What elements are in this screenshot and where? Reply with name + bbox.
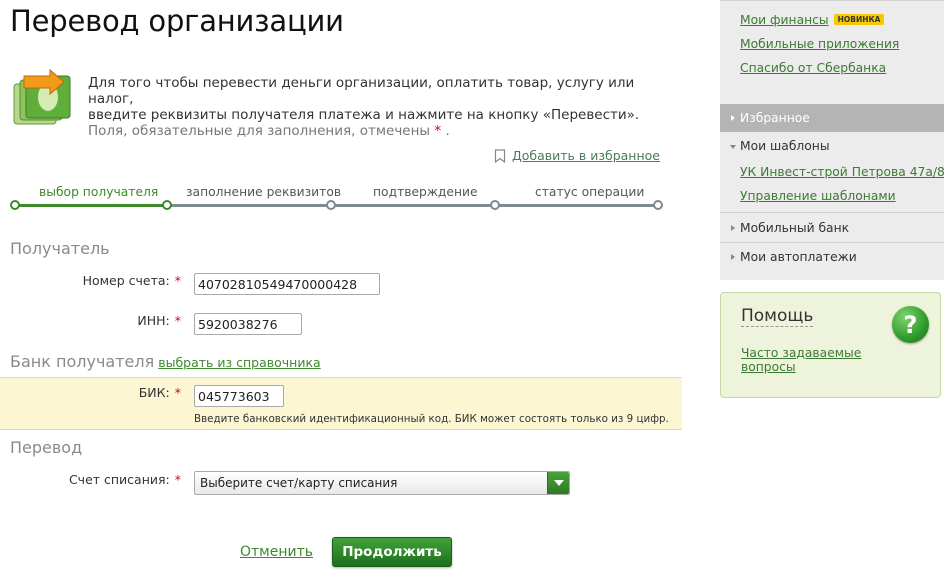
debit-account-label-text: Счет списания:: [68, 472, 170, 487]
help-box: Помощь Часто задаваемые вопросы ?: [720, 292, 941, 398]
bik-input[interactable]: [194, 385, 284, 407]
intro-line-2: введите реквизиты получателя платежа и н…: [88, 107, 640, 123]
triangle-down-icon: [730, 145, 736, 149]
help-title[interactable]: Помощь: [741, 306, 814, 327]
step-line-2: [167, 204, 331, 207]
intro-text: Для того чтобы перевести деньги организа…: [88, 75, 668, 139]
step-fill-details: заполнение реквизитов: [186, 185, 342, 199]
sidebar-favorites-header[interactable]: Избранное: [720, 104, 944, 132]
required-star: *: [174, 273, 181, 288]
step-dot-5: [653, 200, 663, 210]
bik-label: БИК: *: [139, 385, 181, 400]
steps-progress: выбор получателя заполнение реквизитов п…: [10, 185, 666, 211]
sidebar-template-uk-invest[interactable]: УК Инвест-строй Петрова 47а/84: [740, 165, 944, 179]
step-line-1: [15, 204, 167, 207]
account-number-label-text: Номер счета:: [82, 273, 170, 288]
continue-button[interactable]: Продолжить: [332, 537, 452, 567]
sidebar-divider: [720, 242, 944, 243]
step-dot-1: [10, 200, 20, 210]
choose-from-directory-link[interactable]: выбрать из справочника: [158, 355, 320, 370]
inn-input[interactable]: [194, 313, 302, 335]
required-star: *: [174, 313, 181, 328]
sidebar: Мои финансы НОВИНКА Мобильные приложения …: [720, 0, 944, 280]
sidebar-autopayments[interactable]: Мои автоплатежи: [740, 250, 857, 264]
faq-link[interactable]: Часто задаваемые вопросы: [741, 346, 871, 374]
sidebar-divider: [720, 0, 944, 1]
chevron-down-icon[interactable]: [547, 472, 569, 494]
bik-hint: Введите банковский идентификационный код…: [194, 413, 669, 425]
triangle-right-icon: [731, 225, 735, 231]
debit-account-label: Счет списания: *: [69, 472, 181, 487]
step-line-4: [495, 204, 659, 207]
add-to-favorites-link[interactable]: Добавить в избранное: [494, 148, 660, 163]
step-dot-2: [162, 200, 172, 210]
sidebar-link-mobile-apps[interactable]: Мобильные приложения: [740, 37, 899, 51]
favorites-header-label: Избранное: [740, 111, 810, 125]
intro-line-1: Для того чтобы перевести деньги организа…: [88, 75, 635, 107]
required-star: *: [174, 385, 181, 400]
required-note: Поля, обязательные для заполнения, отмеч…: [88, 123, 668, 139]
required-star: *: [434, 123, 442, 139]
required-star: *: [174, 472, 181, 487]
step-line-3: [331, 204, 495, 207]
sidebar-divider: [720, 212, 944, 213]
step-dot-3: [326, 200, 336, 210]
section-recipient: Получатель: [10, 239, 110, 258]
sidebar-my-templates[interactable]: Мои шаблоны: [740, 139, 830, 153]
required-note-end: .: [445, 123, 450, 139]
step-status: статус операции: [535, 185, 645, 199]
debit-account-selected: Выберите счет/карту списания: [200, 476, 398, 490]
bookmark-icon: [494, 148, 506, 163]
triangle-right-icon: [731, 115, 735, 121]
step-confirm: подтверждение: [373, 185, 478, 199]
cancel-button[interactable]: Отменить: [240, 544, 313, 560]
sidebar-mobile-bank[interactable]: Мобильный банк: [740, 221, 849, 235]
section-transfer: Перевод: [10, 438, 83, 457]
sidebar-link-my-finances[interactable]: Мои финансы НОВИНКА: [740, 13, 885, 27]
step-select-recipient: выбор получателя: [39, 185, 159, 199]
required-note-text: Поля, обязательные для заполнения, отмеч…: [88, 123, 431, 139]
triangle-right-icon: [731, 254, 735, 260]
account-number-input[interactable]: [194, 273, 380, 295]
add-to-favorites-label: Добавить в избранное: [512, 148, 660, 163]
debit-account-select[interactable]: Выберите счет/карту списания: [194, 471, 570, 495]
section-bank: Банк получателя выбрать из справочника: [10, 352, 321, 371]
step-dot-4: [490, 200, 500, 210]
my-finances-label: Мои финансы: [740, 13, 829, 27]
account-number-label: Номер счета: *: [83, 273, 181, 288]
sidebar-link-spasibo[interactable]: Спасибо от Сбербанка: [740, 61, 886, 75]
sidebar-manage-templates[interactable]: Управление шаблонами: [740, 189, 896, 203]
bik-label-text: БИК:: [138, 385, 170, 400]
money-transfer-icon: [10, 66, 76, 130]
inn-label-text: ИНН:: [137, 313, 170, 328]
help-question-icon[interactable]: ?: [892, 306, 929, 343]
section-bank-title: Банк получателя: [10, 352, 155, 371]
inn-label: ИНН: *: [137, 313, 181, 328]
page-title: Перевод организации: [10, 4, 344, 38]
new-badge: НОВИНКА: [833, 14, 885, 25]
